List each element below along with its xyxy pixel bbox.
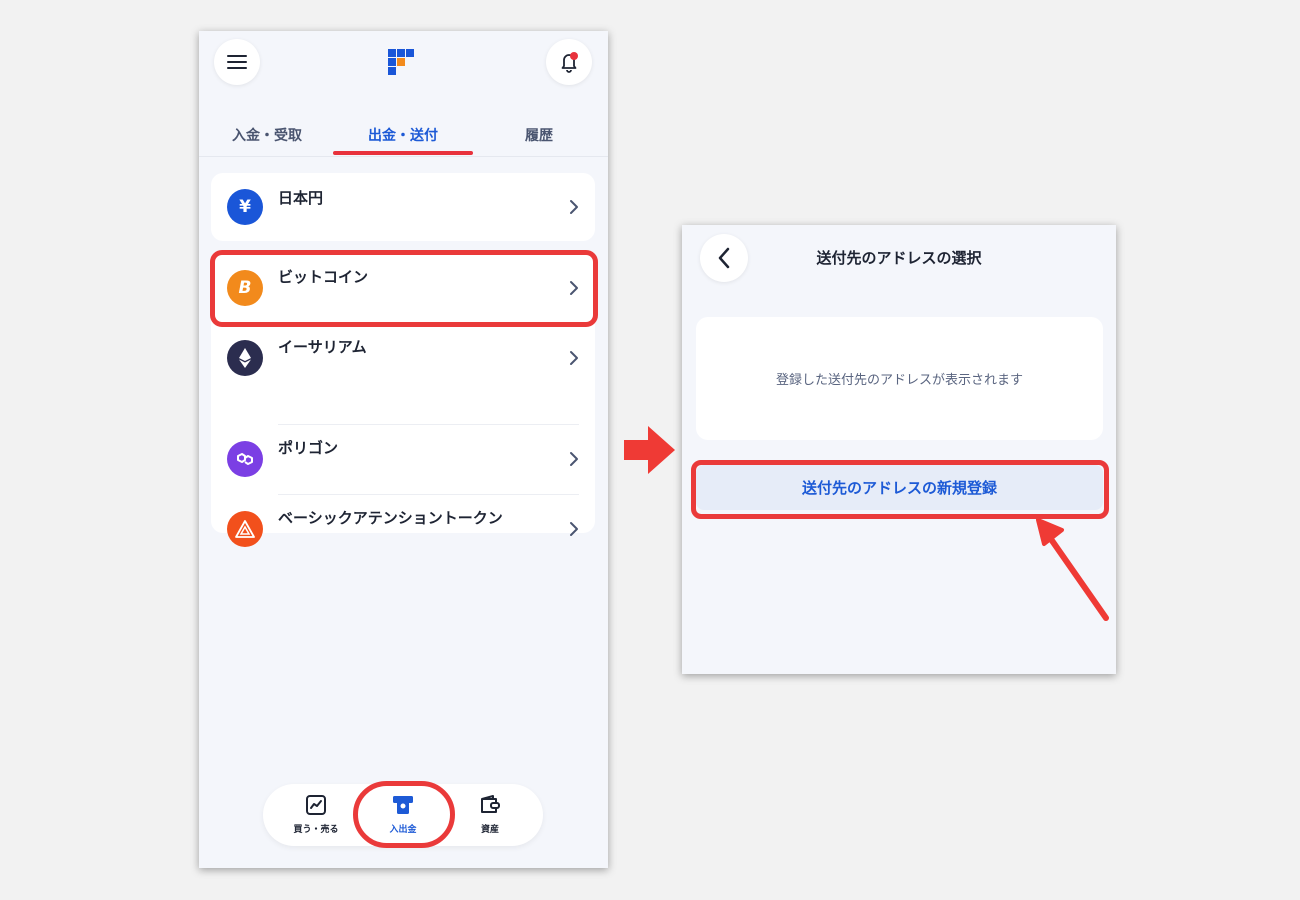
currency-label: ベーシックアテンショントークン bbox=[278, 509, 503, 527]
nav-assets[interactable]: 資産 bbox=[455, 794, 525, 835]
chevron-right-icon bbox=[570, 452, 578, 466]
arrow-right-icon bbox=[624, 426, 675, 474]
polygon-icon bbox=[227, 441, 263, 477]
highlight-deposit-withdraw bbox=[353, 781, 455, 848]
currency-label: 日本円 bbox=[278, 189, 324, 207]
chart-icon bbox=[306, 795, 326, 815]
list-item[interactable]: ¥ 日本円 bbox=[211, 173, 595, 241]
bat-icon bbox=[227, 511, 263, 547]
currency-label: ポリゴン bbox=[278, 439, 339, 457]
tab-history[interactable]: 履歴 bbox=[525, 125, 553, 145]
page-title: 送付先のアドレスの選択 bbox=[816, 249, 982, 267]
list-item-polygon[interactable]: ポリゴン bbox=[211, 425, 595, 495]
nav-label: 買う・売る bbox=[293, 825, 339, 835]
list-item-bat[interactable]: ベーシックアテンショントークン bbox=[211, 495, 595, 547]
nav-label: 資産 bbox=[480, 825, 499, 835]
tab-bar: 入金・受取 出金・送付 履歴 bbox=[199, 123, 608, 157]
nav-buy-sell[interactable]: 買う・売る bbox=[281, 794, 351, 835]
list-item-ethereum[interactable]: イーサリアム bbox=[211, 321, 595, 391]
chevron-right-icon bbox=[570, 351, 578, 365]
app-logo bbox=[388, 49, 414, 75]
wallet-icon bbox=[481, 795, 500, 813]
ethereum-icon bbox=[227, 340, 263, 376]
app-screen-left: 入金・受取 出金・送付 履歴 ¥ 日本円 B ビットコイン イーサリアム ポリゴ… bbox=[199, 31, 608, 868]
tab-withdraw[interactable]: 出金・送付 bbox=[368, 125, 438, 145]
bell-icon bbox=[561, 52, 578, 73]
address-list-card: 登録した送付先のアドレスが表示されます bbox=[696, 317, 1103, 440]
currency-card-jpy[interactable]: ¥ 日本円 bbox=[211, 173, 595, 241]
yen-icon: ¥ bbox=[227, 189, 263, 225]
notification-button[interactable] bbox=[546, 39, 592, 85]
currency-label: イーサリアム bbox=[278, 338, 367, 356]
hamburger-icon bbox=[227, 55, 247, 69]
pointer-arrow-icon bbox=[1036, 518, 1109, 621]
menu-button[interactable] bbox=[214, 39, 260, 85]
chevron-right-icon bbox=[570, 200, 578, 214]
empty-message: 登録した送付先のアドレスが表示されます bbox=[775, 373, 1023, 388]
active-tab-indicator bbox=[333, 151, 473, 155]
highlight-bitcoin bbox=[210, 250, 598, 327]
tab-deposit[interactable]: 入金・受取 bbox=[232, 125, 302, 145]
chevron-right-icon bbox=[570, 522, 578, 536]
